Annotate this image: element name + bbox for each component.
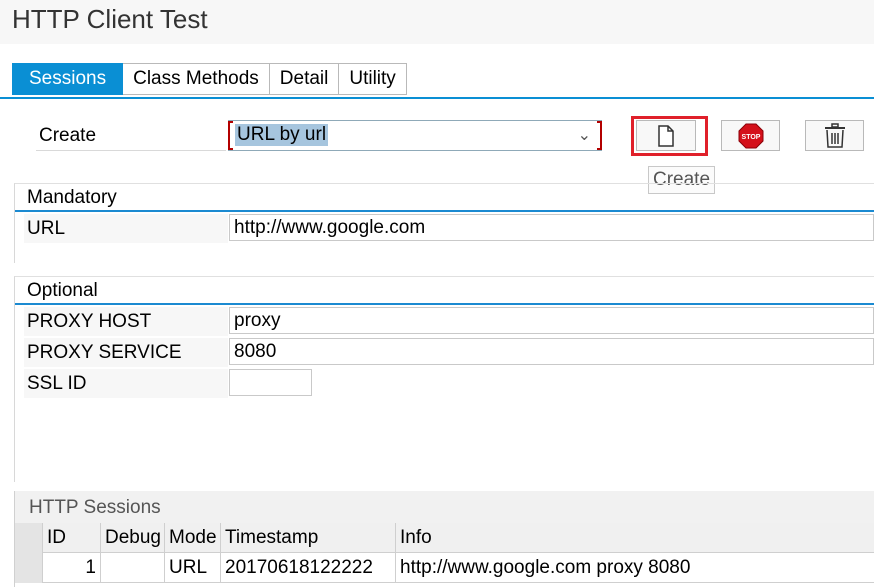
stop-icon: STOP <box>738 123 763 148</box>
cell-info: http://www.google.com proxy 8080 <box>400 557 691 578</box>
row-selector[interactable] <box>15 553 43 583</box>
proxy-service-label: PROXY SERVICE <box>27 342 182 363</box>
url-label: URL <box>27 218 66 239</box>
optional-title-underline <box>15 303 874 305</box>
col-header-info[interactable]: Info <box>396 523 874 553</box>
trash-icon <box>824 122 845 148</box>
create-button-focus-frame <box>631 116 708 156</box>
title-bar: HTTP Client Test <box>0 0 874 44</box>
col-header-id[interactable]: ID <box>43 523 101 553</box>
sessions-table-header: ID Debug Mode Timestamp Info <box>15 523 874 553</box>
proxy-host-field[interactable]: proxy <box>229 307 874 334</box>
col-header-debug[interactable]: Debug <box>101 523 165 553</box>
tab-detail[interactable]: Detail <box>269 63 340 95</box>
stop-icon-text: STOP <box>741 134 760 141</box>
select-left-marker <box>228 121 233 150</box>
cell-id: 1 <box>43 553 101 583</box>
proxy-service-field[interactable]: 8080 <box>229 338 874 365</box>
tab-class-methods[interactable]: Class Methods <box>123 63 270 95</box>
optional-title: Optional <box>27 280 98 301</box>
chevron-down-icon[interactable]: ⌄ <box>578 125 591 145</box>
table-row[interactable]: 1 URL 20170618122222 http://www.google.c… <box>15 553 874 583</box>
cell-debug <box>101 553 165 583</box>
http-sessions-panel: HTTP Sessions ID Debug Mode Timestamp In… <box>14 491 874 587</box>
col-header-timestamp[interactable]: Timestamp <box>221 523 396 553</box>
page-title: HTTP Client Test <box>12 4 208 34</box>
create-type-value: URL by url <box>235 124 329 146</box>
tab-sessions[interactable]: Sessions <box>12 63 124 95</box>
cell-mode: URL <box>165 553 221 583</box>
select-right-marker <box>597 121 602 150</box>
tab-underline <box>0 97 874 99</box>
sessions-title: HTTP Sessions <box>29 497 161 518</box>
delete-button[interactable] <box>805 120 864 151</box>
cell-timestamp: 20170618122222 <box>221 553 396 583</box>
ssl-id-label: SSL ID <box>27 373 87 394</box>
create-label: Create <box>39 125 97 146</box>
sessions-title-bar: HTTP Sessions <box>15 491 874 523</box>
create-row-divider <box>36 150 226 151</box>
create-type-select[interactable]: URL by url ⌄ <box>228 120 602 151</box>
stop-button[interactable]: STOP <box>721 120 780 151</box>
mandatory-title: Mandatory <box>27 187 117 208</box>
url-field[interactable]: http://www.google.com <box>229 214 874 241</box>
select-all-cell[interactable] <box>15 523 43 553</box>
mandatory-title-underline <box>15 210 874 212</box>
tab-strip: Sessions Class Methods Detail Utility <box>12 63 407 95</box>
tab-utility[interactable]: Utility <box>339 63 407 95</box>
ssl-id-field[interactable] <box>229 369 312 396</box>
proxy-host-label: PROXY HOST <box>27 311 152 332</box>
col-header-mode[interactable]: Mode <box>165 523 221 553</box>
